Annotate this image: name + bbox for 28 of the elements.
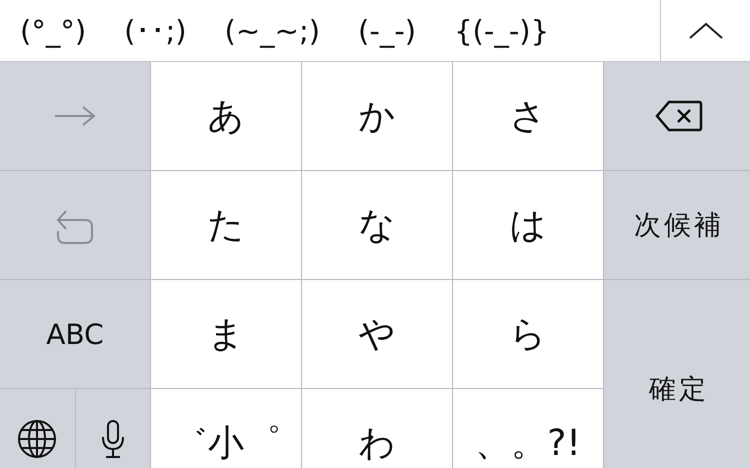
abc-key[interactable]: ABC	[0, 280, 150, 388]
candidate-item[interactable]: (°_°)	[20, 14, 86, 48]
candidate-item[interactable]: (･･;)	[124, 14, 187, 48]
kana-key[interactable]: や	[302, 280, 452, 388]
globe-key[interactable]	[0, 389, 74, 468]
delete-key[interactable]	[604, 62, 750, 170]
next-candidate-key[interactable]: 次候補	[604, 171, 750, 279]
kana-key[interactable]: さ	[453, 62, 603, 170]
chevron-up-icon	[688, 20, 724, 40]
arrow-right-icon	[53, 106, 97, 126]
kana-key[interactable]: 、。?!	[453, 389, 603, 468]
candidate-item[interactable]: {(-_-)}	[454, 14, 550, 48]
kana-key[interactable]: か	[302, 62, 452, 170]
kana-key[interactable]: わ	[302, 389, 452, 468]
microphone-key[interactable]	[76, 389, 150, 468]
kana-key[interactable]: ら	[453, 280, 603, 388]
candidate-item[interactable]: (~_~;)	[224, 14, 320, 48]
kana-key[interactable]: ゛小゜	[151, 389, 301, 468]
confirm-key[interactable]: 確定	[604, 280, 750, 468]
globe-icon	[17, 419, 58, 459]
candidate-item[interactable]: (-_-)	[358, 14, 416, 48]
microphone-icon	[100, 419, 126, 459]
kana-key[interactable]: た	[151, 171, 301, 279]
backspace-icon	[655, 100, 703, 132]
kana-key[interactable]: ま	[151, 280, 301, 388]
kana-key[interactable]: は	[453, 171, 603, 279]
kana-key[interactable]: あ	[151, 62, 301, 170]
kana-key[interactable]: な	[302, 171, 452, 279]
